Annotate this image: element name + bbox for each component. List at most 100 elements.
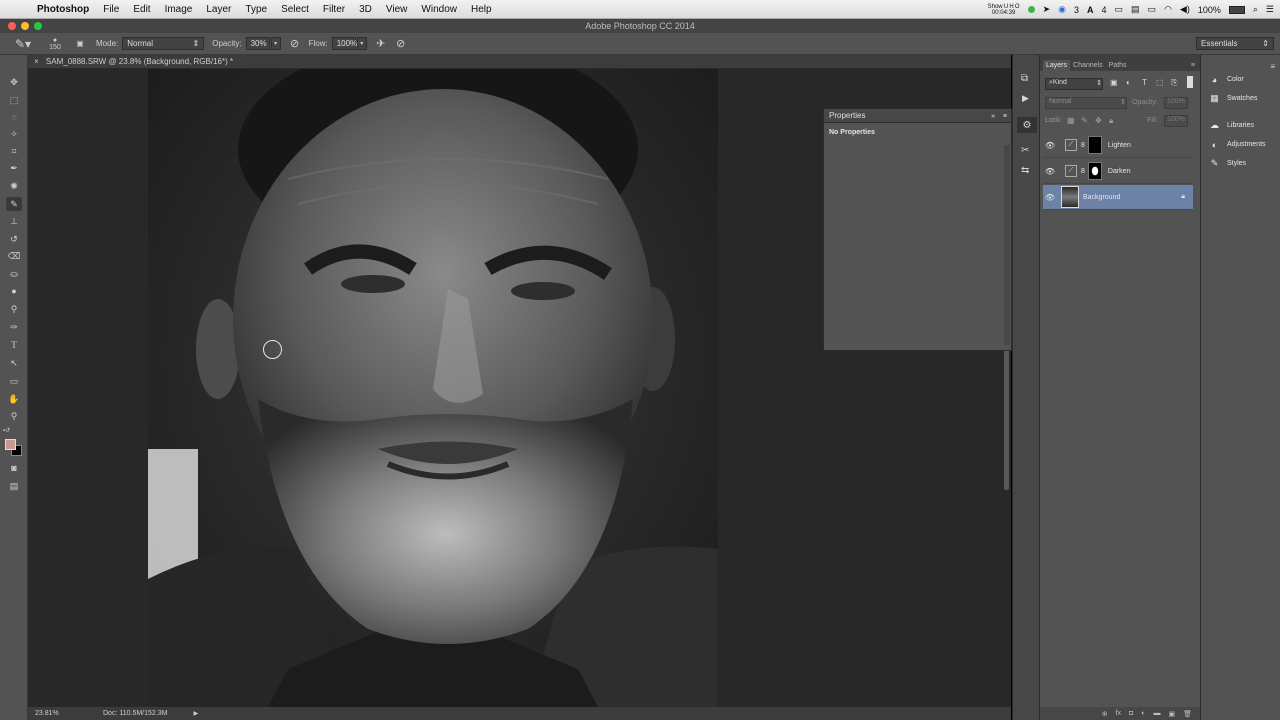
panel-adjustments[interactable]: ◐ Adjustments bbox=[1209, 139, 1266, 150]
menu-list-icon[interactable]: ☰ bbox=[1266, 4, 1274, 15]
badge-count-a[interactable]: 3 bbox=[1074, 5, 1079, 15]
dodge-tool-icon[interactable]: ⚲ bbox=[6, 302, 22, 316]
layer-lock-icon[interactable]: 🔒︎ bbox=[1181, 193, 1185, 201]
sync-icon[interactable]: ◉ bbox=[1058, 4, 1066, 15]
brush-preset-picker[interactable]: ● 150 bbox=[44, 35, 66, 53]
volume-icon[interactable]: ◀) bbox=[1180, 4, 1190, 15]
workspace-select[interactable]: Essentials ⇕ bbox=[1196, 37, 1274, 50]
screen-mode-icon[interactable]: ▤ bbox=[6, 479, 22, 493]
panel-menu-icon[interactable]: ≡ bbox=[1003, 110, 1007, 124]
mask-link-icon[interactable]: 8 bbox=[1081, 168, 1085, 175]
eraser-tool-icon[interactable]: ⌫ bbox=[6, 249, 22, 263]
badge-count-b[interactable]: 4 bbox=[1102, 5, 1107, 15]
filter-type-icon[interactable]: T bbox=[1142, 78, 1147, 87]
minimize-window-icon[interactable] bbox=[21, 22, 29, 30]
brush-panel-toggle-icon[interactable]: ▣ bbox=[72, 39, 88, 48]
properties-panel-header[interactable]: Properties » ≡ bbox=[824, 109, 1011, 123]
zoom-window-icon[interactable] bbox=[34, 22, 42, 30]
panel-color[interactable]: ◕ Color bbox=[1209, 74, 1244, 85]
mask-link-icon[interactable]: 8 bbox=[1081, 142, 1085, 149]
tab-paths[interactable]: Paths bbox=[1106, 60, 1130, 71]
visibility-eye-icon[interactable]: 👁︎ bbox=[1043, 167, 1057, 176]
tab-channels[interactable]: Channels bbox=[1070, 60, 1106, 71]
blend-mode-select[interactable]: Normal ⇕ bbox=[1045, 97, 1127, 109]
paint-bucket-tool-icon[interactable]: ⛀ bbox=[6, 267, 22, 281]
panel-menu-icon[interactable]: ≡ bbox=[1270, 62, 1275, 71]
close-window-icon[interactable] bbox=[8, 22, 16, 30]
new-adjustment-icon[interactable]: ◐ bbox=[1141, 710, 1145, 717]
lasso-tool-icon[interactable]: ◌ bbox=[6, 110, 22, 124]
search-icon[interactable]: ⌕ bbox=[1253, 4, 1258, 15]
visibility-eye-icon[interactable]: 👁︎ bbox=[1043, 141, 1057, 150]
pressure-size-icon[interactable]: ⊘ bbox=[393, 37, 409, 50]
zoom-tool-icon[interactable]: ⚲ bbox=[6, 409, 22, 423]
filter-pixel-icon[interactable]: ▣ bbox=[1110, 78, 1118, 87]
wifi-icon[interactable]: ◠ bbox=[1164, 4, 1172, 15]
brush-tool-icon[interactable]: ✎ bbox=[6, 197, 22, 211]
screen-icon[interactable]: ▭ bbox=[1115, 4, 1124, 15]
lock-paint-icon[interactable]: ✎ bbox=[1081, 116, 1088, 125]
layer-style-icon[interactable]: fx bbox=[1116, 710, 1121, 717]
pressure-opacity-icon[interactable]: ⊘ bbox=[287, 37, 303, 50]
path-selection-tool-icon[interactable]: ↖ bbox=[6, 356, 22, 370]
brush-tool-icon[interactable]: ✎▾ bbox=[10, 37, 36, 51]
menu-select[interactable]: Select bbox=[274, 4, 316, 15]
properties-panel-icon[interactable]: ⚙ bbox=[1017, 117, 1037, 133]
menu-edit[interactable]: Edit bbox=[126, 4, 157, 15]
flow-input[interactable]: 100% bbox=[331, 37, 357, 50]
layer-filter-select[interactable]: ⌕Kind ⇕ bbox=[1045, 78, 1103, 90]
zoom-level[interactable]: 23.81% bbox=[35, 710, 103, 717]
filter-adjustment-icon[interactable]: ◐ bbox=[1126, 78, 1131, 87]
layer-name[interactable]: Darken bbox=[1108, 168, 1131, 175]
hand-tool-icon[interactable]: ✋ bbox=[6, 392, 22, 406]
eyedropper-tool-icon[interactable]: ✒ bbox=[6, 161, 22, 175]
foreground-color-swatch[interactable] bbox=[5, 439, 16, 450]
menu-layer[interactable]: Layer bbox=[199, 4, 238, 15]
filter-toggle-icon[interactable] bbox=[1187, 76, 1193, 88]
move-tool-icon[interactable]: ✥ bbox=[6, 75, 22, 89]
lock-all-icon[interactable]: 🔒︎ bbox=[1109, 116, 1113, 126]
default-colors-icon[interactable]: ▪↺ bbox=[3, 427, 10, 434]
panel-libraries[interactable]: ☁ Libraries bbox=[1209, 120, 1254, 131]
new-layer-icon[interactable]: ▣ bbox=[1168, 710, 1175, 718]
layer-row-lighten[interactable]: 👁︎ ⟋ 8 Lighten bbox=[1043, 133, 1193, 158]
battery-icon[interactable] bbox=[1228, 5, 1245, 14]
adjust-panel-icon[interactable]: ⇆ bbox=[1021, 165, 1029, 176]
tab-layers[interactable]: Layers bbox=[1043, 60, 1071, 71]
panel-menu-icon[interactable]: ≡ bbox=[1188, 60, 1198, 71]
document-tab[interactable]: × SAM_0888.SRW @ 23.8% (Background, RGB/… bbox=[28, 55, 1011, 69]
mode-select[interactable]: Normal ⇕ bbox=[122, 37, 205, 50]
panel-styles[interactable]: ✎ Styles bbox=[1209, 158, 1246, 169]
lock-transparency-icon[interactable]: ▦ bbox=[1067, 116, 1075, 125]
history-panel-icon[interactable]: ⧉ bbox=[1021, 73, 1028, 84]
filter-smart-object-icon[interactable]: ⎘ bbox=[1171, 78, 1177, 88]
location-icon[interactable]: ➤ bbox=[1043, 4, 1051, 15]
battery-percent[interactable]: 100% bbox=[1198, 5, 1221, 15]
menu-filter[interactable]: Filter bbox=[316, 4, 352, 15]
lock-move-icon[interactable]: ✥ bbox=[1095, 116, 1102, 125]
pen-tool-icon[interactable]: ✑ bbox=[6, 320, 22, 334]
crop-tool-icon[interactable]: ⌗ bbox=[6, 144, 22, 158]
menu-view[interactable]: View bbox=[379, 4, 415, 15]
properties-scrollbar[interactable] bbox=[1004, 145, 1010, 345]
add-mask-icon[interactable]: ◘ bbox=[1129, 710, 1133, 717]
airbrush-icon[interactable]: ✈ bbox=[373, 37, 389, 50]
layer-row-background[interactable]: 👁︎ Background 🔒︎ bbox=[1043, 185, 1193, 210]
menu-app[interactable]: Photoshop bbox=[30, 4, 96, 15]
close-tab-icon[interactable]: × bbox=[34, 57, 39, 66]
vertical-scrollbar[interactable] bbox=[1004, 340, 1009, 490]
rectangle-tool-icon[interactable]: ▭ bbox=[6, 374, 22, 388]
collapse-panel-icon[interactable]: » bbox=[991, 110, 995, 124]
portrait-photo[interactable] bbox=[148, 69, 718, 707]
opacity-dropdown-icon[interactable]: ▾ bbox=[270, 37, 281, 50]
layer-opacity-input[interactable]: 100% bbox=[1164, 97, 1188, 109]
layer-row-darken[interactable]: 👁︎ ⟋ 8 Darken bbox=[1043, 159, 1193, 184]
menu-file[interactable]: File bbox=[96, 4, 126, 15]
spot-healing-tool-icon[interactable]: ✺ bbox=[6, 179, 22, 193]
history-brush-tool-icon[interactable]: ↺ bbox=[6, 232, 22, 246]
recording-clock[interactable]: Show U H O 00:04:39 bbox=[988, 4, 1020, 16]
clone-stamp-tool-icon[interactable]: ⊥ bbox=[6, 214, 22, 228]
blur-tool-icon[interactable]: ● bbox=[6, 284, 22, 298]
marquee-tool-icon[interactable]: ⬚ bbox=[6, 93, 22, 107]
type-tool-icon[interactable]: T bbox=[6, 338, 22, 352]
